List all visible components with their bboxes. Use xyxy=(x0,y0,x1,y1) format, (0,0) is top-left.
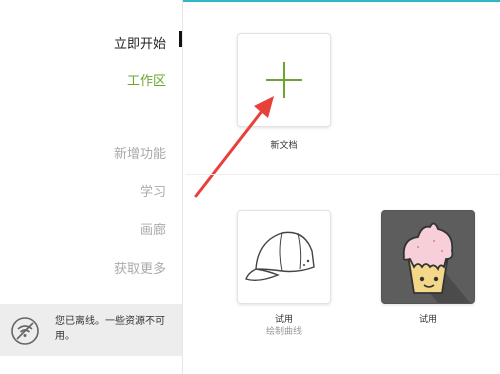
sidebar-item-get-started[interactable]: 立即开始 xyxy=(114,33,166,52)
sidebar: 立即开始 工作区 新增功能 学习 画廊 获取更多 您已离线。一些资源不可用。 xyxy=(0,0,183,374)
section-divider xyxy=(186,174,500,175)
sidebar-item-learn[interactable]: 学习 xyxy=(140,181,166,200)
template-label-cupcake: 试用 xyxy=(418,315,437,325)
template-tile-cupcake[interactable] xyxy=(381,210,475,304)
cap-icon xyxy=(245,231,315,282)
active-indicator xyxy=(179,31,182,47)
sidebar-item-whats-new[interactable]: 新增功能 xyxy=(114,143,166,162)
template-subtitle-cap: 绘制曲线 xyxy=(265,327,302,337)
offline-wifi-icon xyxy=(11,317,39,345)
annotation-arrow-icon xyxy=(194,96,274,198)
offline-banner: 您已离线。一些资源不可用。 xyxy=(0,304,182,356)
sidebar-item-gallery[interactable]: 画廊 xyxy=(140,219,166,238)
cupcake-icon xyxy=(402,222,470,303)
offline-message: 您已离线。一些资源不可用。 xyxy=(55,316,165,342)
sidebar-item-workspace[interactable]: 工作区 xyxy=(127,70,166,89)
sidebar-item-get-more[interactable]: 获取更多 xyxy=(114,258,166,277)
template-tile-cap[interactable] xyxy=(237,210,331,304)
